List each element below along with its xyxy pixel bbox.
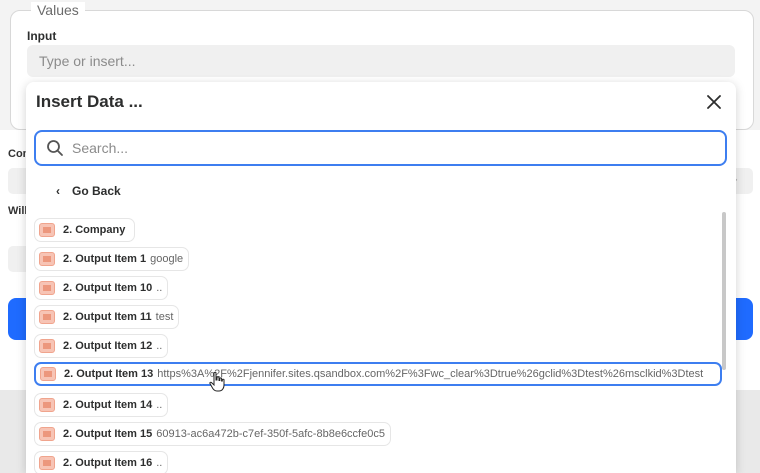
- item-value: google: [150, 253, 184, 265]
- item-value: 60913-ac6a472b-c7ef-350f-5afc-8b8e6ccfe0…: [156, 428, 385, 440]
- app-icon: [39, 427, 55, 441]
- item-label: 2. Company: [63, 224, 126, 236]
- item-value: ..: [156, 340, 163, 352]
- app-icon: [39, 339, 55, 353]
- chevron-left-icon: ‹: [56, 184, 60, 198]
- list-item[interactable]: 2. Output Item 10 ..: [34, 276, 169, 300]
- app-icon: [40, 367, 56, 381]
- list-item[interactable]: 2. Company: [34, 218, 136, 242]
- list-item[interactable]: 2. Output Item 1 google: [34, 247, 190, 271]
- list-item[interactable]: 2. Output Item 11 test: [34, 305, 180, 329]
- pointer-cursor-icon: [209, 372, 225, 392]
- data-item-list: 2. Company 2. Output Item 1 google 2. Ou…: [34, 216, 722, 473]
- list-item[interactable]: 2. Output Item 12 ..: [34, 334, 169, 358]
- item-label: 2. Output Item 16: [63, 457, 153, 469]
- app-icon: [39, 310, 55, 324]
- item-value: ..: [156, 457, 163, 469]
- values-legend: Values: [31, 2, 85, 18]
- item-label: 2. Output Item 10: [63, 282, 153, 294]
- item-label: 2. Output Item 14: [63, 399, 153, 411]
- app-icon: [39, 281, 55, 295]
- search-box[interactable]: [34, 130, 727, 166]
- item-value: test: [155, 311, 174, 323]
- background-label-will: Will: [8, 205, 28, 217]
- app-icon: [39, 456, 55, 470]
- search-input[interactable]: [72, 140, 672, 156]
- item-label: 2. Output Item 1: [63, 253, 147, 265]
- search-icon: [47, 140, 63, 156]
- item-value: ..: [156, 399, 163, 411]
- item-value: ..: [156, 282, 163, 294]
- insert-data-modal: Insert Data ... ‹ Go Back 2. Company 2. …: [26, 82, 736, 473]
- close-icon: [707, 95, 721, 109]
- item-label: 2. Output Item 12: [63, 340, 153, 352]
- item-label: 2. Output Item 15: [63, 428, 153, 440]
- list-scrollbar[interactable]: [722, 212, 726, 370]
- item-label: 2. Output Item 11: [63, 311, 152, 323]
- modal-title: Insert Data ...: [36, 92, 143, 111]
- app-icon: [39, 252, 55, 266]
- close-button[interactable]: [700, 88, 728, 116]
- input-label: Input: [27, 29, 57, 43]
- list-item-selected[interactable]: 2. Output Item 13 https%3A%2F%2Fjennifer…: [34, 362, 722, 386]
- item-label: 2. Output Item 13: [64, 368, 154, 380]
- app-icon: [39, 398, 55, 412]
- go-back-label: Go Back: [72, 184, 121, 198]
- go-back-button[interactable]: ‹ Go Back: [56, 184, 121, 198]
- item-value: https%3A%2F%2Fjennifer.sites.qsandbox.co…: [157, 368, 704, 380]
- list-item[interactable]: 2. Output Item 14 ..: [34, 393, 169, 417]
- list-item[interactable]: 2. Output Item 15 60913-ac6a472b-c7ef-35…: [34, 422, 391, 446]
- list-item[interactable]: 2. Output Item 16 ..: [34, 451, 169, 473]
- input-field[interactable]: Type or insert...: [27, 45, 735, 77]
- app-icon: [39, 223, 55, 237]
